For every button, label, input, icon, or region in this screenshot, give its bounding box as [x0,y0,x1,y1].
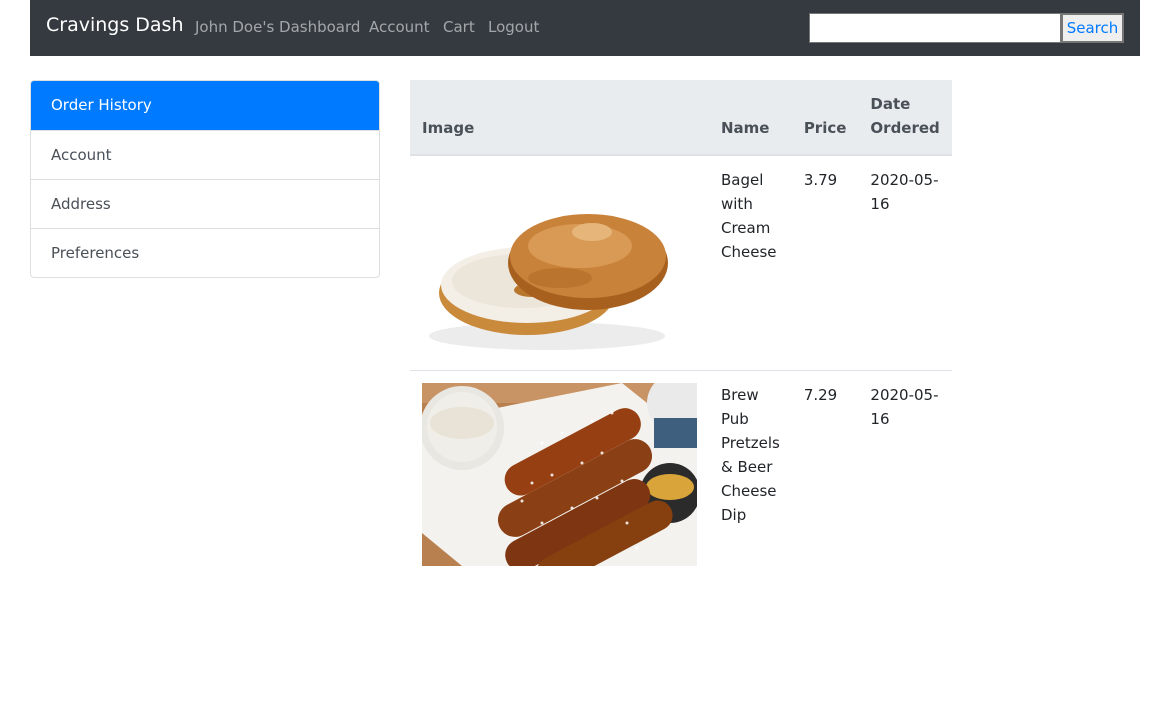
header-price: Price [791,80,859,156]
order-name: Brew Pub Pretzels & Beer Cheese Dip [709,370,792,578]
sidebar-item-preferences[interactable]: Preferences [31,228,379,277]
sidebar-item-account[interactable]: Account [31,130,379,179]
header-date-ordered: Date Ordered [858,80,952,156]
table-row: Bagel with Cream Cheese 3.79 2020-05-16 [410,154,952,371]
header-image: Image [410,80,709,156]
table-header-row: Image Name Price Date Ordered [410,80,952,156]
order-history-table: Image Name Price Date Ordered Bagel with… [410,80,952,578]
header-name: Name [709,80,792,156]
order-image-cell [410,370,709,578]
order-price: 3.79 [791,154,859,371]
order-date: 2020-05-16 [858,154,952,371]
nav-link-account[interactable]: Account [369,18,430,36]
sidebar-item-address[interactable]: Address [31,179,379,228]
order-date: 2020-05-16 [858,370,952,578]
order-name: Bagel with Cream Cheese [709,154,792,371]
order-image-cell [410,154,709,371]
nav-link-dashboard[interactable]: John Doe's Dashboard [195,18,360,36]
pretzels-photo [422,383,697,566]
search-input[interactable] [809,13,1061,43]
brand-link[interactable]: Cravings Dash [46,14,184,36]
nav-link-cart[interactable]: Cart [443,18,475,36]
nav-link-logout[interactable]: Logout [488,18,539,36]
bagel-photo [422,168,697,358]
sidebar-menu: Order History Account Address Preference… [30,80,380,278]
sidebar-item-order-history[interactable]: Order History [31,81,379,130]
search-button[interactable]: Search [1061,13,1124,43]
top-navbar: Cravings Dash John Doe's Dashboard Accou… [30,0,1140,56]
order-price: 7.29 [791,370,859,578]
table-row: Brew Pub Pretzels & Beer Cheese Dip 7.29… [410,370,952,578]
